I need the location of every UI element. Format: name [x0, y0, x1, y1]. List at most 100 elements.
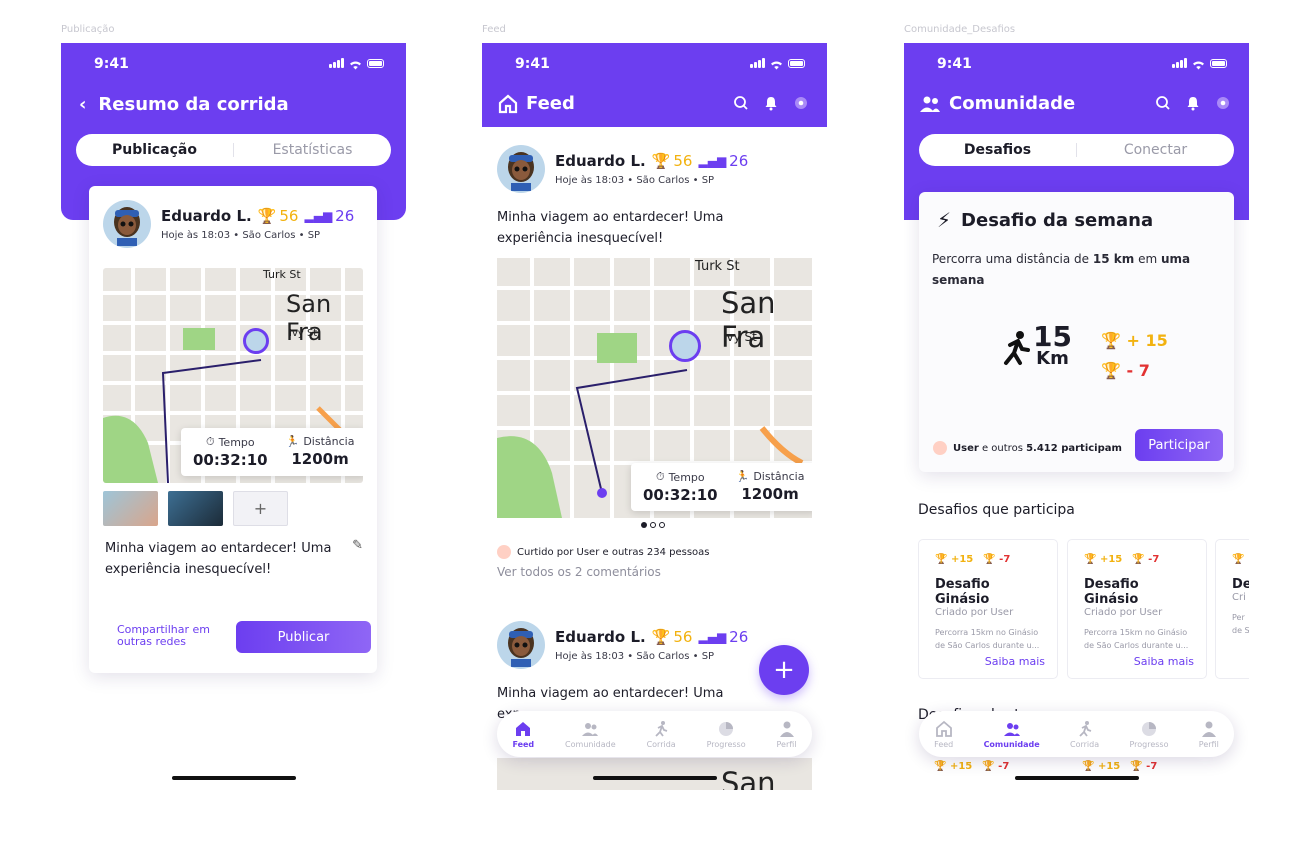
- post-caption[interactable]: Minha viagem ao entardecer! Uma experiên…: [105, 538, 331, 580]
- edit-pencil-icon[interactable]: ✎: [352, 538, 363, 553]
- card-desc-1: Percorra 15km no Ginásio: [1084, 628, 1188, 637]
- avatar[interactable]: [497, 621, 545, 669]
- header: Comunidade: [919, 93, 1075, 114]
- participant-avatar: [933, 441, 947, 455]
- user-level: 26: [729, 152, 749, 170]
- route-map[interactable]: San Fra Turk St Ivy St ⏱ Tempo 00:32:10 🏃 D…: [103, 268, 363, 483]
- nav-perfil[interactable]: Perfil: [1199, 720, 1219, 749]
- post-meta: Hoje às 18:03 • São Carlos • SP: [555, 175, 715, 186]
- nav-comunidade[interactable]: Comunidade: [984, 720, 1040, 749]
- nav-corrida[interactable]: Corrida: [1070, 720, 1099, 749]
- gear-icon[interactable]: [793, 95, 809, 111]
- avatar[interactable]: [497, 145, 545, 193]
- likes-text: Curtido por User e outras 234 pessoas: [517, 546, 710, 558]
- caption-line-1: Minha viagem ao entardecer! Uma: [497, 210, 724, 225]
- nav-perfil[interactable]: Perfil: [777, 720, 797, 749]
- header-actions: [1155, 95, 1231, 111]
- people-icon: [582, 722, 599, 736]
- wifi-icon: [770, 58, 783, 70]
- nav-corrida-label: Corrida: [1070, 739, 1100, 749]
- run-stats: ⏱ Tempo 00:32:10 🏃 Distância 1200m: [631, 463, 812, 511]
- home-indicator: [1014, 776, 1139, 780]
- battery-icon: [367, 59, 384, 68]
- share-link[interactable]: Compartilhar em outras redes: [117, 624, 210, 648]
- add-post-button[interactable]: +: [759, 645, 809, 695]
- card-points-peek: 🏆 +15 🏆 -7: [934, 761, 1010, 772]
- photo-thumbnail[interactable]: [103, 491, 158, 526]
- distance-unit: Km: [1036, 348, 1069, 369]
- search-icon[interactable]: [733, 95, 749, 111]
- nav-corrida[interactable]: Corrida: [647, 720, 676, 749]
- home-icon: [516, 721, 531, 736]
- level-bars-icon: ▂▄▆: [698, 154, 727, 168]
- route-map[interactable]: San Fra Turk St Ivy St ⏱ Tempo 00:32:10 🏃 D…: [497, 258, 812, 518]
- person-icon: [1201, 721, 1216, 737]
- home-indicator: [171, 776, 296, 780]
- photo-thumbnail[interactable]: [168, 491, 223, 526]
- status-bar: 9:41: [482, 43, 827, 85]
- bell-icon[interactable]: [763, 95, 779, 111]
- lightning-icon: ⚡: [937, 208, 952, 232]
- comments-link[interactable]: Ver todos os 2 comentários: [497, 565, 661, 579]
- nav-progresso-label: Progresso: [706, 739, 746, 749]
- nav-comunidade[interactable]: Comunidade: [565, 720, 616, 749]
- tab-publicacao[interactable]: Publicação: [76, 142, 233, 158]
- card-more-link[interactable]: Saiba mais: [1134, 655, 1194, 668]
- user-name[interactable]: Eduardo L.: [161, 207, 252, 225]
- post-caption: Minha viagem ao entardecer! Uma experiên…: [497, 207, 723, 249]
- nav-feed[interactable]: Feed: [512, 720, 534, 749]
- page-title: Comunidade: [949, 93, 1076, 114]
- user-level: 26: [335, 207, 355, 225]
- desc-part: em: [1134, 252, 1161, 266]
- caption-line-1: Minha viagem ao entardecer! Uma: [105, 541, 332, 556]
- participant-count: 5.412 participam: [1026, 442, 1122, 454]
- publish-button[interactable]: Publicar: [236, 621, 371, 653]
- join-button[interactable]: Participar: [1135, 429, 1223, 461]
- distance-label: Distância: [303, 435, 355, 448]
- search-icon[interactable]: [1155, 95, 1171, 111]
- post-card: Eduardo L. 🏆 56 ▂▄▆ 26 Hoje às 18:03 • São…: [89, 186, 377, 673]
- tab-conectar[interactable]: Conectar: [1077, 142, 1234, 158]
- likes-row[interactable]: Curtido por User e outras 234 pessoas: [497, 545, 709, 559]
- card-author: Cri: [1232, 592, 1246, 603]
- weekly-header: ⚡ Desafio da semana: [937, 208, 1153, 232]
- peek-gain: +15: [949, 761, 973, 772]
- nav-perfil-label: Perfil: [776, 739, 797, 749]
- challenge-card[interactable]: 🏆 +15 🏆 -7 Desafio Ginásio Criado por Use…: [1067, 539, 1207, 679]
- challenge-card-partial[interactable]: 🏆 De Cri Per de S: [1215, 539, 1249, 679]
- segmented-control: Desafios Conectar: [919, 134, 1234, 166]
- add-photo-button[interactable]: +: [233, 491, 288, 526]
- participant-user: User: [953, 442, 979, 454]
- gear-icon[interactable]: [1215, 95, 1231, 111]
- desc-duration: uma: [1160, 252, 1191, 266]
- challenge-card[interactable]: 🏆 +15 🏆 -7 Desafio Ginásio Criado por Use…: [918, 539, 1058, 679]
- battery-icon: [788, 59, 805, 68]
- card-desc-1: Percorra 15km no Ginásio: [935, 628, 1039, 637]
- status-time: 9:41: [937, 56, 972, 72]
- home-indicator: [592, 776, 717, 780]
- back-chevron-icon[interactable]: ‹: [79, 94, 86, 115]
- card-author: Criado por User: [1084, 607, 1163, 618]
- tab-estatisticas[interactable]: Estatísticas: [234, 142, 391, 158]
- map-street-ivy: Ivy St: [723, 330, 757, 344]
- avatar[interactable]: [103, 200, 151, 248]
- distance-value: 1200m: [741, 485, 799, 503]
- nav-progresso[interactable]: Progresso: [707, 720, 746, 749]
- people-icon: [1003, 722, 1020, 736]
- nav-feed-label: Feed: [512, 739, 535, 749]
- nav-progresso[interactable]: Progresso: [1129, 720, 1168, 749]
- distance-number: 15: [1033, 320, 1072, 353]
- nav-feed[interactable]: Feed: [934, 720, 953, 749]
- status-time: 9:41: [515, 56, 550, 72]
- post-header: Eduardo L. 🏆 56 ▂▄▆ 26 Hoje às 18:03 • São…: [497, 145, 748, 193]
- bell-icon[interactable]: [1185, 95, 1201, 111]
- card-author: Criado por User: [935, 607, 1014, 618]
- card-more-link[interactable]: Saiba mais: [985, 655, 1045, 668]
- user-name[interactable]: Eduardo L.: [555, 152, 646, 170]
- tab-desafios[interactable]: Desafios: [919, 142, 1076, 158]
- user-name[interactable]: Eduardo L.: [555, 628, 646, 646]
- carousel-dots[interactable]: [641, 522, 665, 528]
- frame-label-publicacao: Publicação: [61, 24, 115, 35]
- nav-progresso-label: Progresso: [1129, 739, 1169, 749]
- header: ‹ Resumo da corrida: [79, 94, 289, 115]
